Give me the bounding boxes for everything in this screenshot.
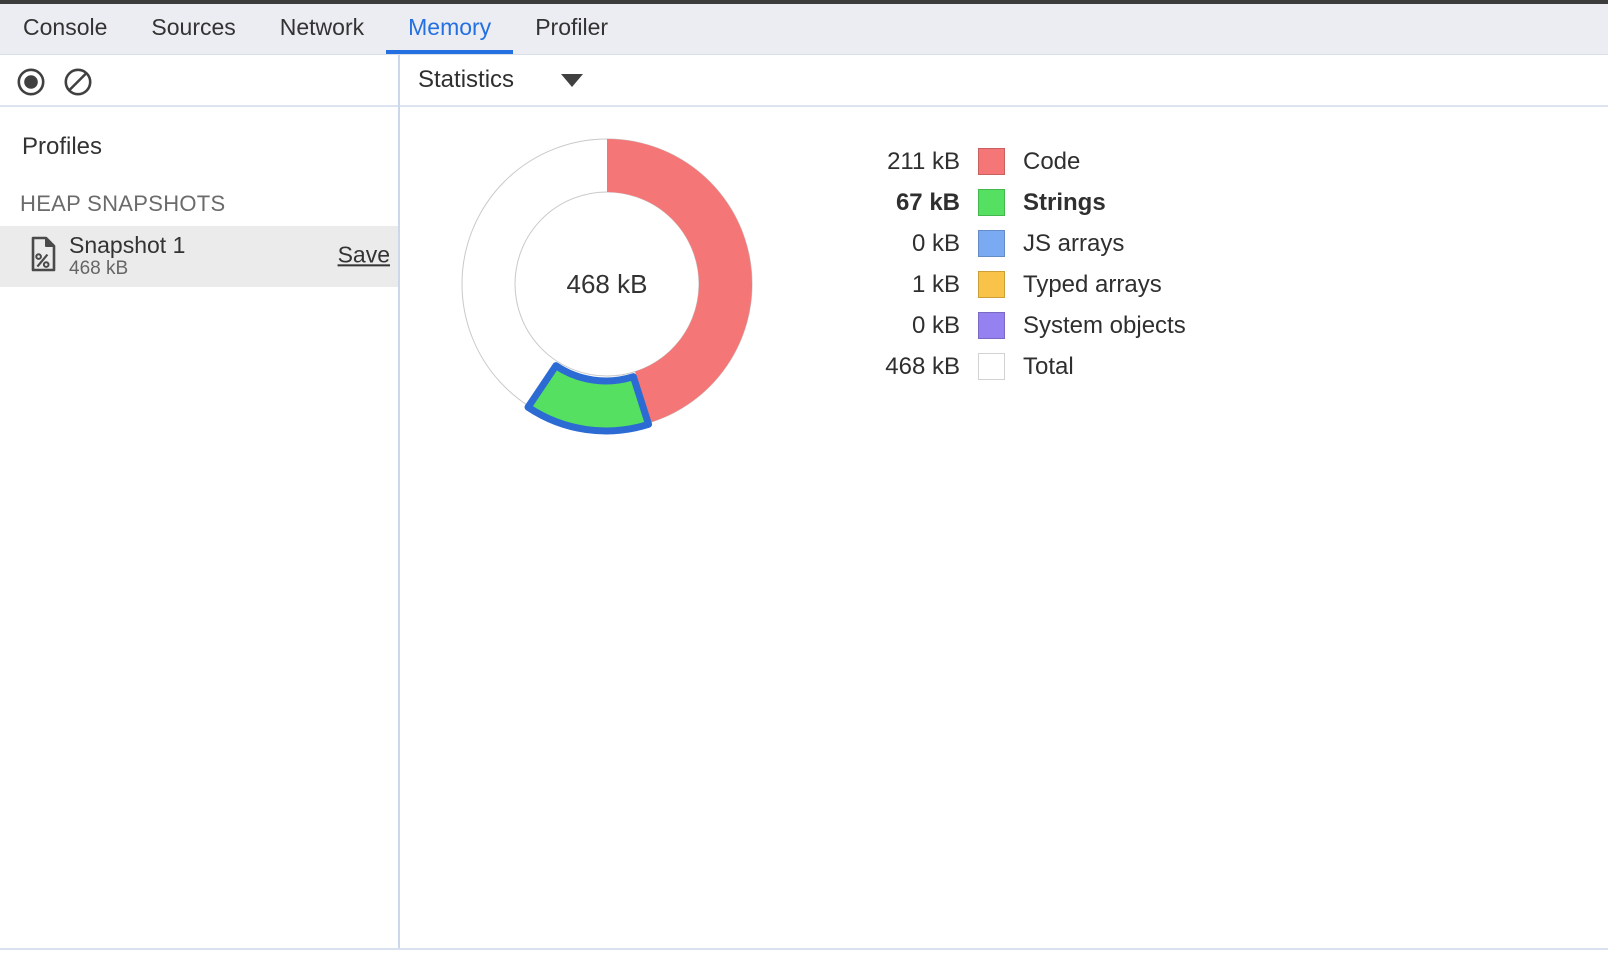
legend-swatch-js-arrays bbox=[978, 230, 1005, 257]
legend-value-total: 468 kB bbox=[855, 353, 960, 381]
clear-button[interactable] bbox=[63, 67, 93, 97]
devtools-tabbar: Console Sources Network Memory Profiler bbox=[0, 4, 1608, 55]
legend-value-js-arrays: 0 kB bbox=[855, 230, 960, 258]
record-button[interactable] bbox=[16, 67, 46, 97]
legend-swatch-system-objects bbox=[978, 312, 1005, 339]
tab-console[interactable]: Console bbox=[1, 4, 129, 54]
legend-row-typed-arrays[interactable]: 1 kB Typed arrays bbox=[855, 264, 1186, 305]
legend-row-code[interactable]: 211 kB Code bbox=[855, 141, 1186, 182]
memory-toolbar: Statistics bbox=[0, 55, 1608, 107]
pie-slice-strings-selected[interactable] bbox=[528, 366, 649, 431]
snapshot-size: 468 kB bbox=[69, 258, 185, 280]
perspective-select-value: Statistics bbox=[418, 66, 514, 94]
profiles-title: Profiles bbox=[22, 133, 398, 161]
donut-chart: 468 kB bbox=[417, 104, 797, 474]
legend-value-code: 211 kB bbox=[855, 148, 960, 176]
chart-legend: 211 kB Code 67 kB Strings 0 kB JS arrays 1 kB T… bbox=[855, 141, 1186, 387]
clear-slash-icon bbox=[63, 67, 93, 97]
legend-row-js-arrays[interactable]: 0 kB JS arrays bbox=[855, 223, 1186, 264]
sidebar-item-snapshot-1[interactable]: Snapshot 1 468 kB Save bbox=[0, 226, 398, 287]
legend-swatch-code bbox=[978, 148, 1005, 175]
legend-label-typed-arrays: Typed arrays bbox=[1023, 271, 1162, 299]
donut-center-total-label: 468 kB bbox=[567, 269, 648, 299]
profiles-sidebar: Profiles HEAP SNAPSHOTS Snapshot 1 468 k… bbox=[0, 107, 398, 948]
legend-row-system-objects[interactable]: 0 kB System objects bbox=[855, 305, 1186, 346]
perspective-select[interactable]: Statistics bbox=[418, 55, 583, 105]
legend-value-system-objects: 0 kB bbox=[855, 312, 960, 340]
heap-snapshots-section-header: HEAP SNAPSHOTS bbox=[20, 191, 398, 217]
tab-sources[interactable]: Sources bbox=[129, 4, 257, 54]
legend-label-strings: Strings bbox=[1023, 189, 1106, 217]
legend-label-js-arrays: JS arrays bbox=[1023, 230, 1124, 258]
snapshot-name: Snapshot 1 bbox=[69, 233, 185, 258]
legend-swatch-typed-arrays bbox=[978, 271, 1005, 298]
record-circle-icon bbox=[16, 67, 46, 97]
legend-row-total[interactable]: 468 kB Total bbox=[855, 346, 1186, 387]
legend-value-strings: 67 kB bbox=[855, 189, 960, 217]
save-snapshot-link[interactable]: Save bbox=[338, 241, 390, 268]
legend-swatch-total bbox=[978, 353, 1005, 380]
legend-label-system-objects: System objects bbox=[1023, 312, 1186, 340]
tab-memory[interactable]: Memory bbox=[386, 4, 513, 54]
legend-swatch-strings bbox=[978, 189, 1005, 216]
statistics-panel: 468 kB 211 kB Code 67 kB Strings 0 kB JS arra… bbox=[400, 107, 1608, 948]
chevron-down-icon bbox=[561, 74, 583, 87]
heap-snapshot-document-icon bbox=[29, 235, 57, 278]
legend-label-code: Code bbox=[1023, 148, 1080, 176]
legend-label-total: Total bbox=[1023, 353, 1074, 381]
legend-value-typed-arrays: 1 kB bbox=[855, 271, 960, 299]
tab-profiler[interactable]: Profiler bbox=[513, 4, 630, 54]
legend-row-strings[interactable]: 67 kB Strings bbox=[855, 182, 1186, 223]
tab-network[interactable]: Network bbox=[258, 4, 386, 54]
bottom-border bbox=[0, 948, 1608, 950]
